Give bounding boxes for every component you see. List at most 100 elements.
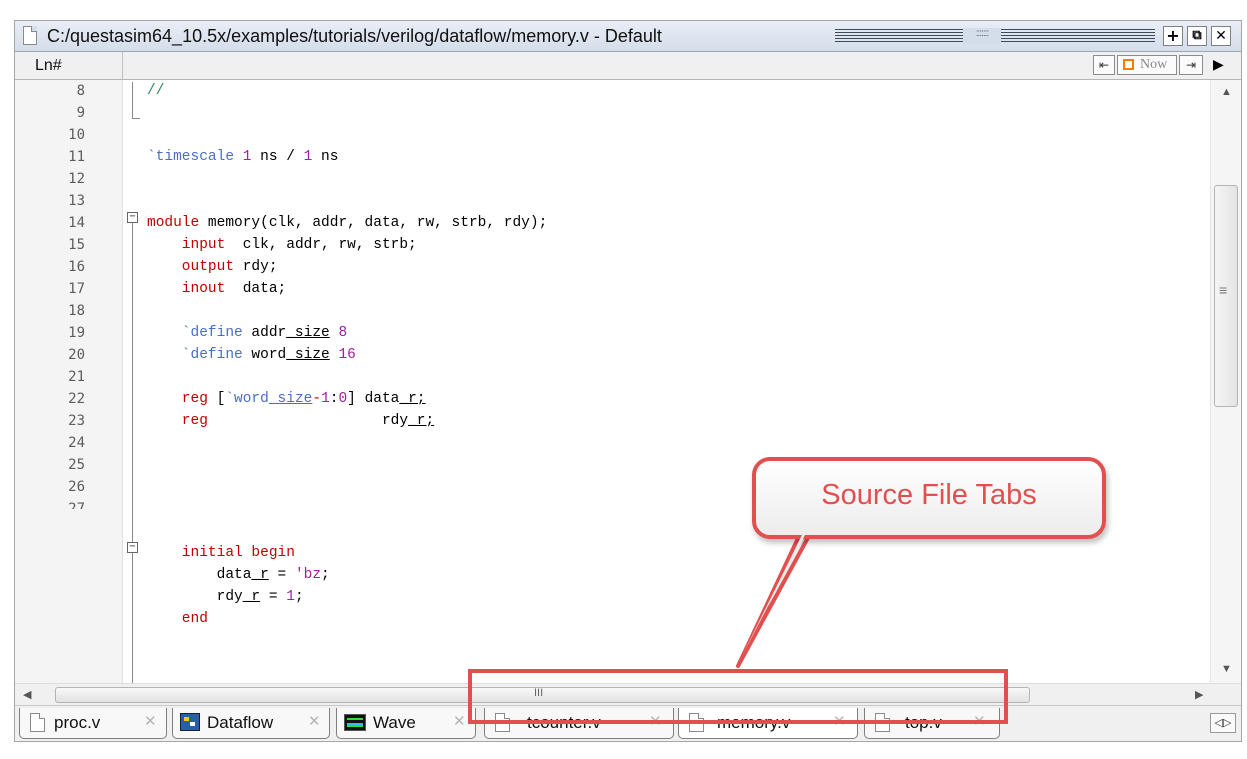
number-token: 8	[329, 325, 348, 341]
dataflow-icon	[180, 713, 200, 731]
code-token: memory(clk, addr, data, rw, strb, rdy);	[199, 215, 548, 231]
line-number: 23	[68, 413, 85, 429]
keyword-token: inout	[147, 281, 226, 297]
vertical-scroll-thumb[interactable]	[1214, 185, 1238, 407]
code-token: _r	[251, 567, 269, 583]
line-number-gutter: 8 9 10 11 12 13 14 15 16 17 18 19 20 21 22 23 24 25 26 27	[15, 80, 123, 683]
line-number: 27	[68, 501, 85, 509]
code-token: ;	[321, 567, 330, 583]
comment-token: //	[147, 83, 165, 99]
line-number: 17	[68, 281, 85, 297]
tab-close-icon[interactable]: ✕	[144, 712, 157, 730]
number-token: 'bz	[294, 567, 322, 583]
code-line-12: module memory(clk, addr, data, rw, strb,…	[147, 212, 547, 234]
code-line-10: `timescale 1 ns / 1 ns	[147, 146, 338, 168]
column-header: Ln# ⇤ Now ⇥ ▶	[15, 52, 1241, 80]
fold-line-end	[132, 118, 140, 119]
drag-grip[interactable]: :::::::	[835, 28, 1155, 44]
code-token: ns	[312, 149, 339, 165]
now-label: Now	[1140, 57, 1168, 72]
number-token: 16	[329, 347, 356, 363]
code-token: _size	[286, 347, 330, 363]
code-token: [	[207, 391, 226, 407]
code-token: =	[260, 589, 287, 605]
scroll-down-icon[interactable]: ▼	[1221, 663, 1232, 675]
file-icon	[30, 713, 45, 732]
close-window-button[interactable]: ✕	[1211, 26, 1231, 46]
fold-toggle-module[interactable]: −	[127, 212, 138, 223]
step-forward-icon[interactable]: ⇥	[1179, 55, 1203, 75]
vertical-scrollbar[interactable]: ▲ ▼	[1210, 80, 1241, 683]
code-token: _r;	[399, 391, 426, 407]
now-button[interactable]: Now	[1117, 55, 1177, 75]
title-bar: C:/questasim64_10.5x/examples/tutorials/…	[15, 21, 1241, 52]
line-number: 22	[68, 391, 85, 407]
code-token: clk, addr, rw, strb;	[225, 237, 417, 253]
keyword-token: reg	[147, 413, 208, 429]
scroll-up-icon[interactable]: ▲	[1221, 86, 1232, 98]
directive-token: `timescale	[147, 149, 235, 165]
tab-wave[interactable]: Wave ✕	[336, 708, 476, 739]
wave-icon	[344, 714, 366, 731]
code-token: word	[242, 347, 287, 363]
source-file-tabs-callout: Source File Tabs	[752, 457, 1106, 539]
line-number: 8	[76, 83, 85, 99]
keyword-token: end	[147, 611, 208, 627]
tab-close-icon[interactable]: ✕	[308, 712, 321, 730]
scroll-left-icon[interactable]: ◀	[23, 688, 31, 701]
tab-label: Dataflow	[207, 713, 274, 732]
line-number: 19	[68, 325, 85, 341]
tab-proc-v[interactable]: proc.v ✕	[19, 708, 167, 739]
code-token: rdy	[147, 589, 243, 605]
code-token: _size	[286, 325, 330, 341]
line-number: 10	[68, 127, 85, 143]
tabs-highlight-box	[468, 669, 1008, 724]
code-token: ns /	[251, 149, 304, 165]
code-token: addr	[242, 325, 287, 341]
line-number: 14	[68, 215, 85, 231]
callout-text: Source File Tabs	[821, 479, 1037, 511]
line-number: 9	[76, 105, 85, 121]
tab-label: Wave	[373, 713, 416, 732]
code-token: ] data	[347, 391, 400, 407]
fold-toggle-initial[interactable]: −	[127, 542, 138, 553]
keyword-token: output	[147, 259, 235, 275]
keyword-token: reg	[147, 391, 208, 407]
code-token: data	[147, 567, 252, 583]
line-number: 16	[68, 259, 85, 275]
code-line-13: input clk, addr, rw, strb;	[147, 234, 417, 256]
keyword-token: input	[147, 237, 226, 253]
operator-token: -	[312, 391, 322, 407]
tab-dataflow[interactable]: Dataflow ✕	[172, 708, 330, 739]
code-editor[interactable]: 8 9 10 11 12 13 14 15 16 17 18 19 20 21 22 23 24 25 26 27 −…	[15, 80, 1210, 683]
undock-button[interactable]: ⧉	[1187, 26, 1207, 46]
line-number: 21	[68, 369, 85, 385]
directive-token: `word	[225, 391, 269, 407]
step-back-icon[interactable]: ⇤	[1093, 55, 1115, 75]
line-number: 26	[68, 479, 85, 495]
number-token: 1	[321, 391, 330, 407]
line-number: 18	[68, 303, 85, 319]
add-window-button[interactable]: +	[1163, 26, 1183, 46]
code-line-18: `define word_size 16	[147, 344, 356, 366]
scroll-right-icon[interactable]: ▶	[1195, 688, 1203, 701]
line-number: 20	[68, 347, 85, 363]
number-token: 0	[338, 391, 348, 407]
cropped-heading	[0, 0, 1247, 20]
code-line-21: reg rdy_r;	[147, 410, 434, 432]
tab-close-icon[interactable]: ✕	[453, 712, 466, 730]
code-token: _r;	[408, 413, 435, 429]
toolbar-overflow-icon[interactable]: ▶	[1213, 56, 1224, 73]
line-number-header: Ln#	[15, 52, 123, 79]
line-number: 25	[68, 457, 85, 473]
tab-scroll-buttons[interactable]: ◁▷	[1210, 713, 1236, 733]
directive-token: _size	[268, 391, 313, 407]
number-token: 1	[234, 149, 252, 165]
fold-line-module	[132, 223, 133, 683]
keyword-token: module	[147, 215, 200, 231]
source-window: C:/questasim64_10.5x/examples/tutorials/…	[14, 20, 1242, 742]
code-token: rdy;	[234, 259, 278, 275]
tab-label: proc.v	[54, 713, 101, 732]
code-line-23: initial begin	[147, 542, 295, 564]
line-number: 11	[68, 149, 85, 165]
